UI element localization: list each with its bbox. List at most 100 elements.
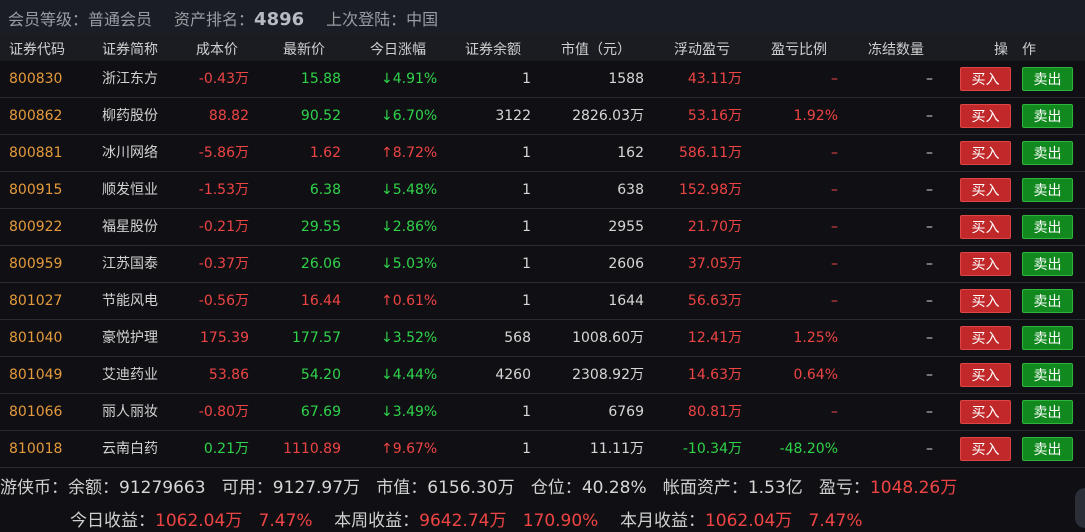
stock-code: 801027 bbox=[9, 293, 63, 309]
total-pnl-label: 盈亏： bbox=[818, 478, 870, 498]
pnl-ratio: – bbox=[831, 71, 838, 87]
member-info-bar: 会员等级：普通会员 资产排名：4896 上次登陆：中国 bbox=[0, 0, 1085, 35]
buy-button[interactable]: 买入 bbox=[960, 67, 1011, 91]
market-value: 6769 bbox=[608, 404, 644, 420]
frozen-qty: – bbox=[926, 256, 933, 272]
latest-price: 67.69 bbox=[300, 404, 341, 420]
table-row: 800881 冰川网络 -5.86万 1.62 ↑8.72% 1 162 586.11万 – – 买… bbox=[0, 135, 1085, 172]
sell-button[interactable]: 卖出 bbox=[1022, 363, 1073, 387]
frozen-qty: – bbox=[926, 108, 933, 124]
frozen-qty: – bbox=[926, 441, 933, 457]
stock-name: 艾迪药业 bbox=[102, 367, 158, 383]
last-login-value: 中国 bbox=[406, 9, 439, 29]
sell-button[interactable]: 卖出 bbox=[1022, 252, 1073, 276]
col-market-value: 市值（元） bbox=[561, 42, 631, 58]
book-assets-label: 帐面资产： bbox=[662, 478, 748, 498]
summary-line-2: 今日收益：1062.04万 7.47% 本周收益：9642.74万 170.90… bbox=[70, 506, 863, 531]
holdings-table-body: 800830 浙江东方 -0.43万 15.88 ↓4.91% 1 1588 43.11万 – –… bbox=[0, 61, 1085, 468]
frozen-qty: – bbox=[926, 219, 933, 235]
col-action-2: 作 bbox=[1022, 42, 1036, 58]
holding-qty: 1 bbox=[522, 404, 531, 420]
cost-price: 88.82 bbox=[208, 108, 249, 124]
last-login-label: 上次登陆： bbox=[326, 9, 407, 29]
frozen-qty: – bbox=[926, 293, 933, 309]
pnl-ratio: – bbox=[831, 256, 838, 272]
today-change: ↓3.49% bbox=[381, 404, 438, 420]
sell-button[interactable]: 卖出 bbox=[1022, 437, 1073, 461]
book-assets-value: 1.53亿 bbox=[747, 478, 803, 498]
sell-button[interactable]: 卖出 bbox=[1022, 326, 1073, 350]
sell-button[interactable]: 卖出 bbox=[1022, 67, 1073, 91]
sell-button[interactable]: 卖出 bbox=[1022, 400, 1073, 424]
member-level-value: 普通会员 bbox=[88, 9, 153, 29]
stock-code: 801040 bbox=[9, 330, 63, 346]
buy-button[interactable]: 买入 bbox=[960, 215, 1011, 239]
latest-price: 90.52 bbox=[300, 108, 341, 124]
latest-price: 6.38 bbox=[309, 182, 341, 198]
buy-button[interactable]: 买入 bbox=[960, 178, 1011, 202]
cost-price: -0.21万 bbox=[198, 219, 249, 235]
cost-price: 0.21万 bbox=[203, 441, 249, 457]
cost-price: 175.39 bbox=[200, 330, 249, 346]
buy-button[interactable]: 买入 bbox=[960, 289, 1011, 313]
asset-rank-value: 4896 bbox=[254, 8, 305, 30]
floating-pnl: 12.41万 bbox=[687, 330, 742, 346]
buy-button[interactable]: 买入 bbox=[960, 141, 1011, 165]
col-code: 证券代码 bbox=[9, 42, 65, 58]
pnl-ratio: -48.20% bbox=[779, 441, 838, 457]
buy-button[interactable]: 买入 bbox=[960, 252, 1011, 276]
stock-code: 800830 bbox=[9, 71, 63, 87]
cost-price: -0.37万 bbox=[198, 256, 249, 272]
stock-name: 豪悦护理 bbox=[102, 330, 158, 346]
table-row: 801049 艾迪药业 53.86 54.20 ↓4.44% 4260 2308.92万 14… bbox=[0, 357, 1085, 394]
buy-button[interactable]: 买入 bbox=[960, 326, 1011, 350]
today-change: ↓5.03% bbox=[381, 256, 438, 272]
market-value: 638 bbox=[617, 182, 644, 198]
col-pnl-ratio: 盈亏比例 bbox=[771, 42, 827, 58]
sell-button[interactable]: 卖出 bbox=[1022, 141, 1073, 165]
stock-code: 800922 bbox=[9, 219, 63, 235]
buy-button[interactable]: 买入 bbox=[960, 400, 1011, 424]
market-value: 2606 bbox=[608, 256, 644, 272]
floating-pnl: 43.11万 bbox=[687, 71, 742, 87]
col-frozen: 冻结数量 bbox=[868, 42, 924, 58]
floating-pnl: 586.11万 bbox=[679, 145, 742, 161]
sell-button[interactable]: 卖出 bbox=[1022, 104, 1073, 128]
buy-button[interactable]: 买入 bbox=[960, 104, 1011, 128]
today-change: ↓4.91% bbox=[381, 71, 438, 87]
buy-button[interactable]: 买入 bbox=[960, 437, 1011, 461]
latest-price: 1110.89 bbox=[283, 441, 341, 457]
buy-button[interactable]: 买入 bbox=[960, 363, 1011, 387]
col-qty: 证券余额 bbox=[465, 42, 521, 58]
stock-name: 柳药股份 bbox=[102, 108, 158, 124]
table-row: 801066 丽人丽妆 -0.80万 67.69 ↓3.49% 1 6769 80.81万 – –… bbox=[0, 394, 1085, 431]
stock-code: 800915 bbox=[9, 182, 63, 198]
market-value-value: 6156.30万 bbox=[427, 478, 515, 498]
col-price: 最新价 bbox=[283, 42, 325, 58]
sell-button[interactable]: 卖出 bbox=[1022, 215, 1073, 239]
floating-pnl: 80.81万 bbox=[687, 404, 742, 420]
member-level: 会员等级：普通会员 bbox=[8, 6, 152, 30]
table-row: 800922 福星股份 -0.21万 29.55 ↓2.86% 1 2955 21.70万 – –… bbox=[0, 209, 1085, 246]
frozen-qty: – bbox=[926, 404, 933, 420]
market-value: 2308.92万 bbox=[572, 367, 644, 383]
market-value: 1008.60万 bbox=[572, 330, 644, 346]
sell-button[interactable]: 卖出 bbox=[1022, 178, 1073, 202]
pnl-ratio: 0.64% bbox=[793, 367, 838, 383]
today-income-pct: 7.47% bbox=[258, 511, 313, 531]
last-login: 上次登陆：中国 bbox=[326, 6, 438, 30]
pnl-ratio: – bbox=[831, 182, 838, 198]
floating-pnl: 56.63万 bbox=[687, 293, 742, 309]
floating-pnl: 152.98万 bbox=[679, 182, 742, 198]
stock-name: 丽人丽妆 bbox=[102, 404, 158, 420]
holding-qty: 3122 bbox=[495, 108, 531, 124]
floating-widget-handle[interactable] bbox=[1075, 488, 1085, 528]
total-pnl-value: 1048.26万 bbox=[869, 478, 958, 498]
latest-price: 1.62 bbox=[309, 145, 341, 161]
frozen-qty: – bbox=[926, 330, 933, 346]
cost-price: -0.43万 bbox=[198, 71, 249, 87]
stock-code: 800959 bbox=[9, 256, 63, 272]
sell-button[interactable]: 卖出 bbox=[1022, 289, 1073, 313]
pnl-ratio: – bbox=[831, 145, 838, 161]
latest-price: 177.57 bbox=[292, 330, 341, 346]
